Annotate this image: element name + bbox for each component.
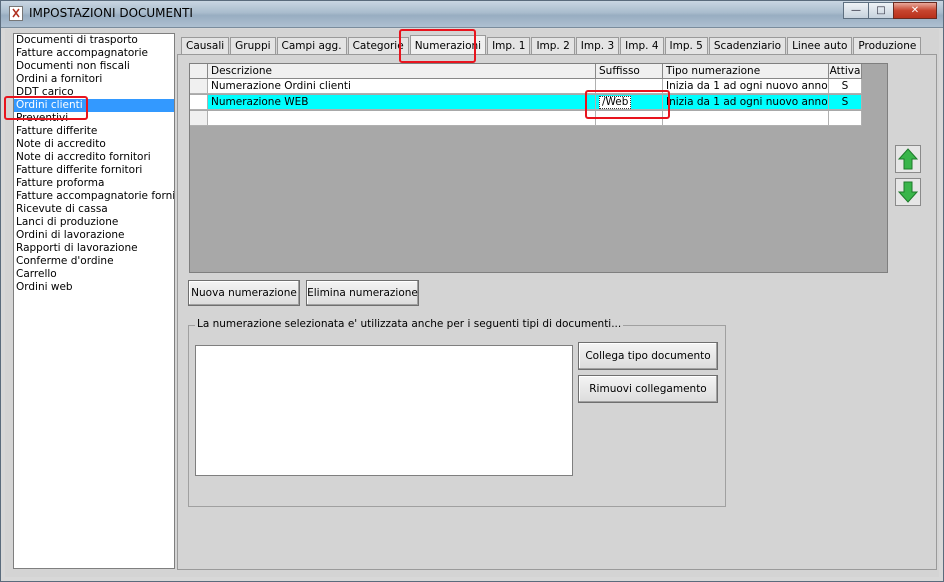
row-indicator[interactable] bbox=[190, 79, 208, 94]
doc-type-item[interactable]: Ricevute di cassa bbox=[14, 203, 174, 216]
link-doc-type-button[interactable]: Collega tipo documento bbox=[578, 342, 718, 370]
close-icon[interactable]: ✕ bbox=[893, 2, 937, 19]
doc-type-item[interactable]: Documenti di trasporto bbox=[14, 34, 174, 47]
tab-imp-4[interactable]: Imp. 4 bbox=[620, 37, 664, 54]
cell-tipo-numerazione[interactable]: Inizia da 1 ad ogni nuovo anno bbox=[663, 95, 829, 110]
cell-attiva[interactable] bbox=[829, 111, 862, 126]
tab-campi-agg[interactable]: Campi agg. bbox=[276, 37, 347, 54]
cell-suffisso[interactable] bbox=[596, 79, 663, 94]
row-indicator bbox=[190, 64, 208, 79]
tab-categorie[interactable]: Categorie bbox=[347, 37, 409, 54]
cell-suffisso[interactable]: /Web bbox=[596, 95, 663, 110]
linked-doc-types-list[interactable] bbox=[195, 345, 573, 476]
tab-produzione[interactable]: Produzione bbox=[853, 37, 922, 54]
doc-type-item[interactable]: Fatture proforma bbox=[14, 177, 174, 190]
arrow-up-icon bbox=[898, 148, 918, 170]
header-suffisso: Suffisso bbox=[596, 64, 663, 79]
document-settings-icon bbox=[9, 6, 23, 21]
suffix-edit-field[interactable]: /Web bbox=[599, 96, 632, 109]
doc-type-item[interactable]: Fatture accompagnatorie fornitori bbox=[14, 190, 174, 203]
tab-numerazioni[interactable]: Numerazioni bbox=[409, 35, 487, 55]
minimize-icon[interactable]: — bbox=[843, 2, 869, 19]
cell-descrizione[interactable]: Numerazione Ordini clienti bbox=[208, 79, 596, 94]
arrow-down-icon bbox=[898, 181, 918, 203]
grid-row[interactable]: Numerazione Ordini clienti Inizia da 1 ad… bbox=[190, 79, 862, 94]
title-bar[interactable]: IMPOSTAZIONI DOCUMENTI — □ ✕ bbox=[1, 1, 943, 28]
delete-numbering-button[interactable]: Elimina numerazione bbox=[306, 280, 419, 306]
tab-gruppi[interactable]: Gruppi bbox=[230, 37, 276, 54]
tab-scadenziario[interactable]: Scadenziario bbox=[708, 37, 787, 54]
doc-type-item[interactable]: Preventivi bbox=[14, 112, 174, 125]
numbering-grid[interactable]: Descrizione Suffisso Tipo numerazione Attiv… bbox=[189, 63, 888, 273]
doc-type-item[interactable]: Conferme d'ordine bbox=[14, 255, 174, 268]
tab-imp-3[interactable]: Imp. 3 bbox=[575, 37, 620, 54]
header-descrizione: Descrizione bbox=[208, 64, 596, 79]
new-numbering-button[interactable]: Nuova numerazione bbox=[188, 280, 300, 306]
move-up-button[interactable] bbox=[895, 145, 921, 173]
row-indicator[interactable] bbox=[190, 95, 208, 110]
numerazioni-tab-panel: Descrizione Suffisso Tipo numerazione Attiv… bbox=[177, 54, 937, 570]
tab-linee-auto[interactable]: Linee auto bbox=[787, 37, 853, 54]
cell-descrizione[interactable] bbox=[208, 111, 596, 126]
window-client-area: Documenti di trasporto Fatture accompagna… bbox=[5, 29, 939, 577]
doc-type-item[interactable]: Note di accredito bbox=[14, 138, 174, 151]
doc-type-item[interactable]: Fatture accompagnatorie bbox=[14, 47, 174, 60]
doc-type-item[interactable]: Note di accredito fornitori bbox=[14, 151, 174, 164]
cell-suffisso[interactable] bbox=[596, 111, 663, 126]
cell-tipo-numerazione[interactable]: Inizia da 1 ad ogni nuovo anno bbox=[663, 79, 829, 94]
tab-imp-5[interactable]: Imp. 5 bbox=[664, 37, 708, 54]
settings-window: IMPOSTAZIONI DOCUMENTI — □ ✕ Documenti d… bbox=[0, 0, 944, 582]
tab-imp-2[interactable]: Imp. 2 bbox=[531, 37, 575, 54]
doc-type-item[interactable]: Ordini clienti bbox=[14, 99, 174, 112]
cell-attiva[interactable]: S bbox=[829, 79, 862, 94]
window-title: IMPOSTAZIONI DOCUMENTI bbox=[29, 6, 193, 20]
doc-type-item[interactable]: Carrello bbox=[14, 268, 174, 281]
document-type-list[interactable]: Documenti di trasporto Fatture accompagna… bbox=[13, 33, 175, 569]
tab-causali[interactable]: Causali bbox=[181, 37, 230, 54]
doc-type-item[interactable]: Ordini di lavorazione bbox=[14, 229, 174, 242]
row-indicator[interactable] bbox=[190, 111, 208, 126]
remove-link-button[interactable]: Rimuovi collegamento bbox=[578, 375, 718, 403]
tab-imp-1[interactable]: Imp. 1 bbox=[487, 37, 531, 54]
settings-tabs: Causali Gruppi Campi agg. Categorie Numerazi… bbox=[181, 35, 922, 55]
grid-header-row: Descrizione Suffisso Tipo numerazione Attiv… bbox=[190, 64, 862, 79]
header-attiva: Attiva bbox=[829, 64, 862, 79]
cell-attiva[interactable]: S bbox=[829, 95, 862, 110]
linked-doc-types-group: La numerazione selezionata e' utilizzata… bbox=[188, 318, 726, 507]
cell-descrizione[interactable]: Numerazione WEB bbox=[208, 95, 596, 110]
doc-type-item[interactable]: Rapporti di lavorazione bbox=[14, 242, 174, 255]
maximize-icon[interactable]: □ bbox=[868, 2, 894, 19]
cell-tipo-numerazione[interactable] bbox=[663, 111, 829, 126]
doc-type-item[interactable]: Documenti non fiscali bbox=[14, 60, 174, 73]
doc-type-item[interactable]: Fatture differite fornitori bbox=[14, 164, 174, 177]
doc-type-item[interactable]: Lanci di produzione bbox=[14, 216, 174, 229]
header-tipo-numerazione: Tipo numerazione bbox=[663, 64, 829, 79]
linked-doc-types-legend: La numerazione selezionata e' utilizzata… bbox=[195, 318, 624, 330]
doc-type-item[interactable]: Ordini a fornitori bbox=[14, 73, 174, 86]
grid-row[interactable]: Numerazione WEB/Web Inizia da 1 ad ogni n… bbox=[190, 95, 862, 110]
grid-row[interactable] bbox=[190, 111, 862, 126]
window-controls: — □ ✕ bbox=[843, 2, 937, 19]
doc-type-item[interactable]: DDT carico bbox=[14, 86, 174, 99]
doc-type-item[interactable]: Ordini web bbox=[14, 281, 174, 294]
doc-type-item[interactable]: Fatture differite bbox=[14, 125, 174, 138]
move-down-button[interactable] bbox=[895, 178, 921, 206]
